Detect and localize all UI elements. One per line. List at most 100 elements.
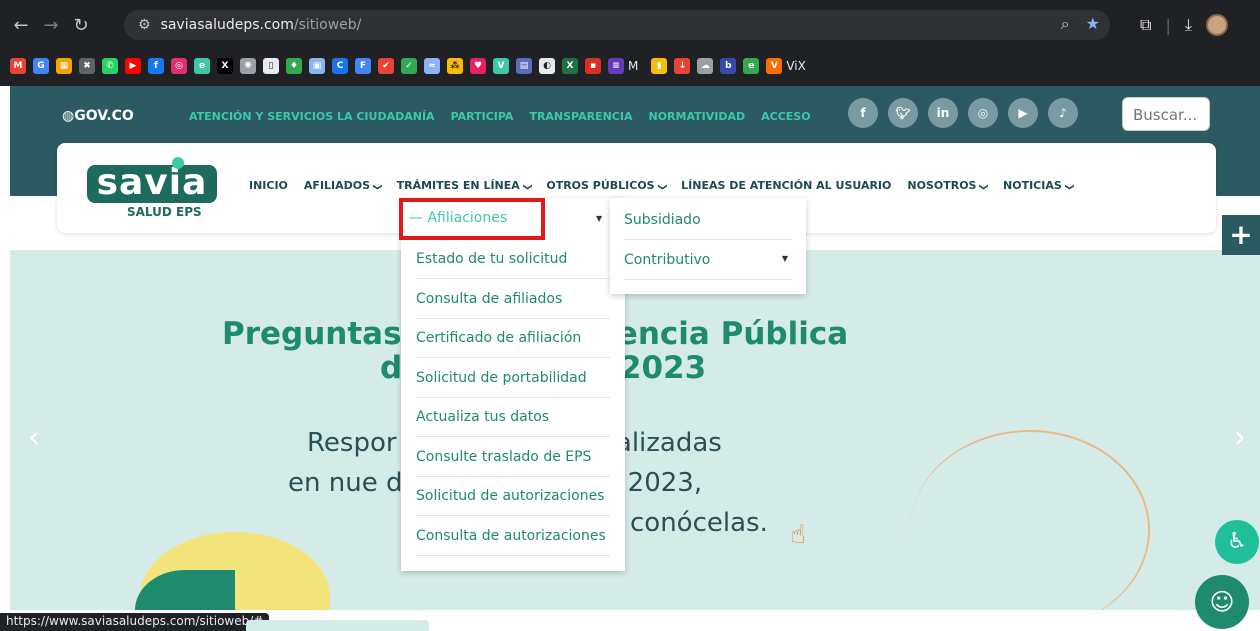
logo-mark: savia (87, 165, 217, 203)
nav-label: OTROS PÚBLICOS (546, 179, 655, 192)
doc-icon[interactable]: ▯ (263, 58, 279, 74)
browser-tools: ⧉ | ⤓ (1140, 14, 1228, 36)
instagram-icon[interactable]: ◎ (171, 58, 187, 74)
bookmark-label-m[interactable]: M (628, 59, 638, 73)
bars-chart-icon[interactable]: ▮ (651, 58, 668, 74)
zoom-icon[interactable]: ⌕ (1061, 14, 1070, 34)
nav-item-4[interactable]: LÍNEAS DE ATENCIÓN AL USUARIO (681, 179, 891, 192)
gov-link-4[interactable]: ACCESO (761, 110, 810, 123)
gmail-icon[interactable]: M (10, 58, 26, 74)
tramites-dropdown: Estado de tu solicitud Consulta de afilia… (401, 198, 625, 571)
chat-assistant-icon[interactable]: ☺ (1195, 575, 1249, 629)
download-app-icon[interactable]: ↓ (674, 58, 691, 74)
nav-item-0[interactable]: INICIO (249, 179, 288, 192)
extensions-icon[interactable]: ⧉ (1140, 15, 1151, 35)
v-app-icon[interactable]: V (493, 58, 509, 74)
red-app-icon[interactable]: ▪ (585, 58, 601, 74)
gov-link-3[interactable]: NORMATIVIDAD (649, 110, 746, 123)
gov-link-2[interactable]: TRANSPARENCIA (529, 110, 632, 123)
carousel-prev-icon[interactable]: ‹ (28, 420, 40, 455)
menu-item-7[interactable]: Consulta de autorizaciones (416, 517, 610, 556)
url-domain: saviasaludeps.com (160, 17, 294, 33)
youtube-icon[interactable]: ▶ (125, 58, 141, 74)
profile-avatar[interactable] (1205, 14, 1228, 36)
vix-icon[interactable]: V (766, 58, 783, 74)
grid-app-icon[interactable]: ▦ (56, 58, 72, 74)
nav-item-1[interactable]: AFILIADOS ❯ (303, 179, 382, 192)
menu-item-4[interactable]: Actualiza tus datos (416, 398, 610, 437)
menu-item-1[interactable]: Consulta de afiliados (416, 280, 610, 319)
c-app-icon[interactable]: C (332, 58, 348, 74)
cloud-app-icon[interactable]: ☁ (697, 58, 714, 74)
accessibility-icon[interactable]: ♿ (1215, 520, 1259, 564)
form-icon[interactable]: F (355, 58, 371, 74)
back-arrow-icon[interactable]: ← (6, 15, 36, 36)
forward-arrow-icon[interactable]: → (36, 15, 66, 36)
toolbar-divider: | (1165, 15, 1171, 35)
search-input[interactable]: Buscar... (1122, 97, 1210, 131)
nav-item-5[interactable]: NOSOTROS ❯ (907, 179, 988, 192)
check-icon[interactable]: ✔ (378, 58, 394, 74)
nav-label: NOSOTROS (907, 179, 977, 192)
twitter-icon[interactable]: 🐦︎ (888, 98, 918, 128)
photo-icon[interactable]: ▣ (309, 58, 325, 74)
x-app-icon[interactable]: ✖ (79, 58, 95, 74)
url-path: /sitioweb/ (293, 17, 362, 33)
wave-icon[interactable]: ≈ (424, 58, 440, 74)
savia-logo[interactable]: savia SALUD EPS (87, 157, 217, 219)
heart-icon[interactable]: ♥ (470, 58, 486, 74)
site-settings-icon[interactable]: ⚙ (138, 17, 151, 33)
facebook-icon[interactable]: f (848, 98, 878, 128)
menu-item-5[interactable]: Consulte traslado de EPS (416, 438, 610, 477)
excel-icon[interactable]: X (562, 58, 578, 74)
caret-down-icon: ▼ (596, 214, 603, 223)
map-pin-icon[interactable]: ♦ (286, 58, 302, 74)
dots-app-icon[interactable]: ⁂ (447, 58, 463, 74)
plus-button[interactable]: + (1222, 215, 1260, 255)
calendar-icon[interactable]: ▤ (516, 58, 532, 74)
screen: ← → ↻ ⚙ saviasaludeps.com/sitioweb/ ⌕ ★ … (0, 0, 1260, 631)
download-icon[interactable]: ⤓ (1185, 15, 1192, 35)
reload-icon[interactable]: ↻ (66, 15, 96, 36)
nav-label: TRÁMITES EN LÍNEA (396, 179, 520, 192)
facebook-icon[interactable]: f (148, 58, 164, 74)
chevron-down-icon: ❯ (371, 183, 382, 191)
tick-icon[interactable]: ✓ (401, 58, 417, 74)
list-app-icon[interactable]: ≡ (608, 58, 624, 74)
gov-link-1[interactable]: PARTICIPA (451, 110, 514, 123)
nav-item-2[interactable]: TRÁMITES EN LÍNEA ❯ (396, 179, 532, 192)
menu-item-afiliaciones[interactable]: — Afiliaciones (399, 198, 545, 240)
menu-item-6[interactable]: Solicitud de autorizaciones (416, 477, 610, 516)
omnibox-actions: ⌕ ★ (1061, 14, 1100, 34)
submenu-item-0[interactable]: Subsidiado (624, 200, 792, 240)
menu-item-2[interactable]: Certificado de afiliación (416, 319, 610, 358)
globe-icon[interactable]: ◐ (539, 58, 555, 74)
whatsapp-icon[interactable]: ✆ (102, 58, 118, 74)
youtube-icon[interactable]: ▶ (1008, 98, 1038, 128)
bookmarks-bar: M G ▦ ✖ ✆ ▶ f ◎ e X ✺ ▯ ♦ ▣ C F ✔ ✓ ≈ ⁂ ♥ V ▤ ◐ X ▪ ≡ M ▮ ↓ ☁ b e V ViX (10, 52, 812, 80)
green-e-icon[interactable]: e (743, 58, 760, 74)
nav-item-3[interactable]: OTROS PÚBLICOS ❯ (546, 179, 666, 192)
instagram-icon[interactable]: ◎ (968, 98, 998, 128)
menu-item-3[interactable]: Solicitud de portabilidad (416, 359, 610, 398)
nav-label: AFILIADOS (303, 179, 371, 192)
caret-down-icon: ▼ (781, 254, 788, 263)
bookmark-label-vix[interactable]: ViX (786, 59, 806, 73)
tiktok-icon[interactable]: ♪ (1048, 98, 1078, 128)
bottom-strip (246, 620, 429, 631)
google-icon[interactable]: G (33, 58, 49, 74)
twitter-x-icon[interactable]: X (217, 58, 233, 74)
hero-text-line3: conócelas. (630, 508, 768, 538)
gov-link-0[interactable]: ATENCIÓN Y SERVICIOS LA CIUDADANÍA (189, 110, 435, 123)
gear-app-icon[interactable]: ✺ (240, 58, 256, 74)
govco-logo[interactable]: ◍GOV.CO (62, 108, 134, 124)
nav-item-6[interactable]: NOTICIAS ❯ (1003, 179, 1074, 192)
address-bar[interactable]: ⚙ saviasaludeps.com/sitioweb/ ⌕ ★ (124, 10, 1110, 40)
buk-icon[interactable]: b (720, 58, 737, 74)
carousel-next-icon[interactable]: › (1234, 420, 1246, 455)
e-app-icon[interactable]: e (194, 58, 210, 74)
menu-item-0[interactable]: Estado de tu solicitud (416, 240, 610, 279)
submenu-item-1[interactable]: Contributivo ▼ (624, 240, 792, 280)
bookmark-star-icon[interactable]: ★ (1086, 14, 1100, 34)
linkedin-icon[interactable]: in (928, 98, 958, 128)
